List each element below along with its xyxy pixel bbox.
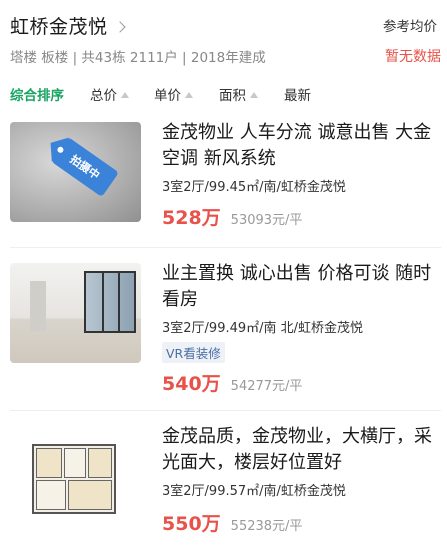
listing-card[interactable]: 业主置换 诚心出售 价格可谈 随时看房 3室2厅/99.49㎡/南 北/虹桥金茂… [0, 249, 447, 411]
listing-title: 业主置换 诚心出售 价格可谈 随时看房 [162, 263, 432, 310]
price-row: 528万 53093元/平 [162, 203, 442, 230]
sort-tab-label: 面积 [219, 88, 246, 104]
vr-tag[interactable]: VR看装修 [162, 342, 225, 363]
total-price: 540万 [162, 373, 221, 395]
sort-bar: 综合排序 总价 单价 面积 最新 [0, 80, 447, 108]
shooting-tag-icon: 拍摄中 [51, 136, 119, 198]
unit-price: 53093元/平 [230, 213, 303, 228]
reference-price-value: 暂无数据 [385, 49, 441, 65]
listing-info: 金茂品质，金茂物业，大横厅，采光面大，楼层好位置好 3室2厅/99.57㎡/南/… [162, 424, 442, 536]
listing-meta: 3室2厅/99.49㎡/南 北/虹桥金茂悦 [162, 321, 364, 336]
reference-price-label: 参考均价 [383, 19, 437, 35]
sort-tab-unit-price[interactable]: 单价 [154, 84, 193, 104]
listing-info: 金茂物业 人车分流 诚意出售 大金空调 新风系统 3室2厅/99.45㎡/南/虹… [162, 120, 442, 230]
chevron-right-icon [113, 20, 126, 33]
sort-tab-label: 综合排序 [10, 88, 64, 104]
listing-meta: 3室2厅/99.45㎡/南/虹桥金茂悦 [162, 180, 346, 195]
community-title: 虹桥金茂悦 [10, 16, 108, 38]
listing-photo: 拍摄中 [10, 122, 141, 222]
price-row: 540万 54277元/平 [162, 369, 442, 396]
divider [10, 410, 441, 411]
sort-tab-comprehensive[interactable]: 综合排序 [10, 84, 64, 104]
sort-tab-label: 最新 [284, 88, 311, 104]
listing-meta: 3室2厅/99.57㎡/南/虹桥金茂悦 [162, 484, 346, 499]
sort-arrow-icon [250, 91, 258, 98]
community-subtitle: 塔楼 板楼 | 共43栋 2111户 | 2018年建成 [10, 50, 266, 66]
total-price: 528万 [162, 207, 221, 229]
sort-tab-newest[interactable]: 最新 [284, 84, 311, 104]
listing-card[interactable]: 金茂品质，金茂物业，大横厅，采光面大，楼层好位置好 3室2厅/99.57㎡/南/… [0, 412, 447, 552]
sort-tab-area[interactable]: 面积 [219, 84, 258, 104]
sort-tab-label: 单价 [154, 88, 181, 104]
floor-plan-image [10, 426, 141, 526]
divider [10, 247, 441, 248]
shooting-tag-label: 拍摄中 [67, 152, 102, 183]
listing-card[interactable]: 拍摄中 金茂物业 人车分流 诚意出售 大金空调 新风系统 3室2厅/99.45㎡… [0, 108, 447, 248]
listing-info: 业主置换 诚心出售 价格可谈 随时看房 3室2厅/99.49㎡/南 北/虹桥金茂… [162, 261, 442, 396]
unit-price: 54277元/平 [230, 379, 303, 394]
total-price: 550万 [162, 513, 221, 535]
listing-title: 金茂品质，金茂物业，大横厅，采光面大，楼层好位置好 [162, 426, 432, 473]
community-header: 虹桥金茂悦 塔楼 板楼 | 共43栋 2111户 | 2018年建成 参考均价 … [0, 0, 447, 76]
listing-photo [10, 263, 141, 363]
sort-arrow-icon [185, 91, 193, 98]
unit-price: 55238元/平 [230, 519, 303, 534]
sort-tab-label: 总价 [90, 88, 117, 104]
sort-tab-total-price[interactable]: 总价 [90, 84, 129, 104]
listing-title: 金茂物业 人车分流 诚意出售 大金空调 新风系统 [162, 122, 432, 169]
sort-arrow-icon [121, 91, 129, 98]
community-title-link[interactable]: 虹桥金茂悦 [10, 12, 126, 39]
price-row: 550万 55238元/平 [162, 509, 442, 536]
